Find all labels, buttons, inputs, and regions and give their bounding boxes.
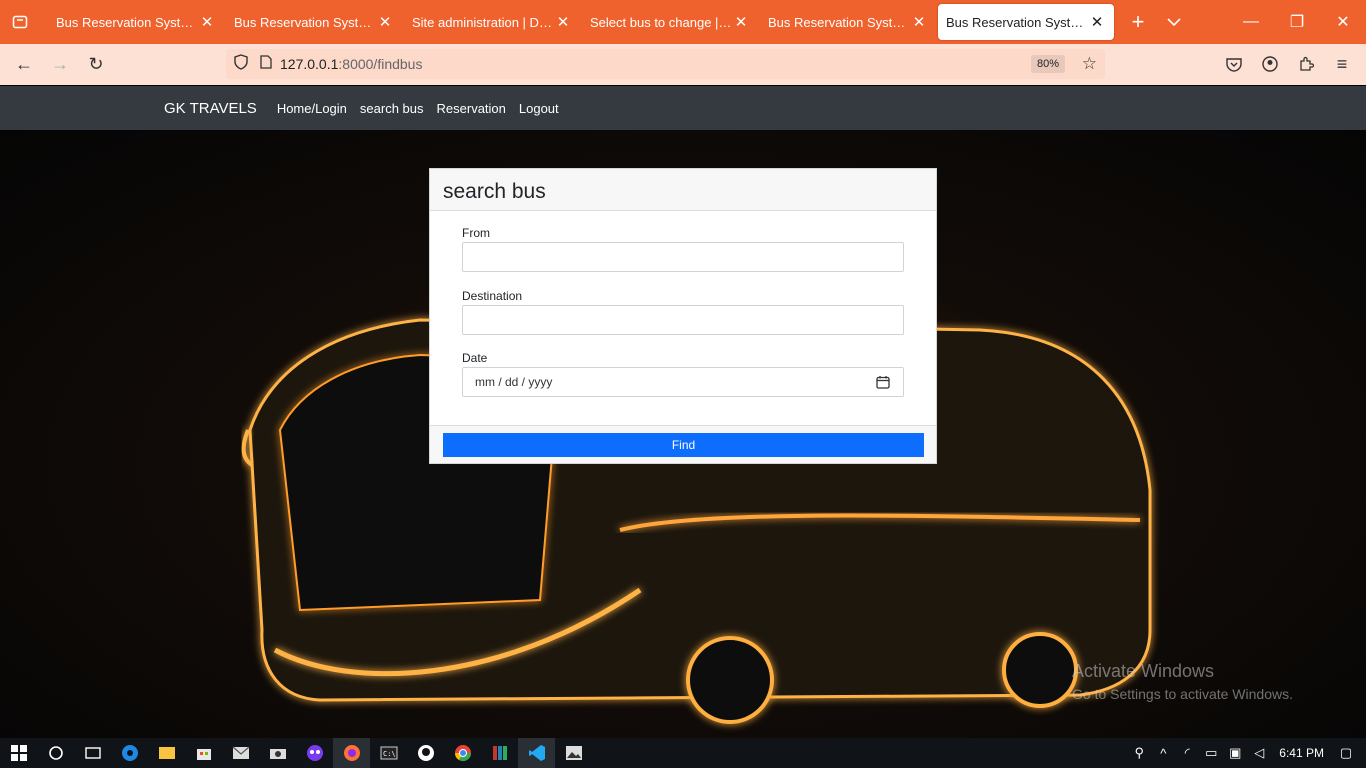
search-icon[interactable] [37,738,74,768]
file-explorer-icon[interactable] [148,738,185,768]
battery-icon[interactable]: ▭ [1199,745,1223,761]
shield-icon[interactable] [234,53,248,75]
tab-5[interactable]: Bus Reservation System in ✕ [760,4,936,40]
tab-2[interactable]: Bus Reservation System in ✕ [226,4,402,40]
tab-close-icon[interactable]: ✕ [198,13,216,31]
tab-title: Bus Reservation System in [234,14,376,30]
from-input[interactable] [462,242,904,272]
tab-close-icon[interactable]: ✕ [376,13,394,31]
back-icon[interactable]: ← [6,49,42,81]
tab-title: Bus Reservation System in [768,14,910,30]
minimize-icon[interactable]: — [1228,0,1274,44]
nav-link-logout[interactable]: Logout [519,101,559,116]
mail-icon[interactable] [222,738,259,768]
task-view-icon[interactable] [74,738,111,768]
notification-icon[interactable]: ▢ [1334,745,1358,761]
menu-icon[interactable]: ≡ [1324,48,1360,80]
card-title: search bus [430,169,936,211]
vscode-icon[interactable] [518,738,555,768]
from-label: From [462,226,490,240]
page-info-icon[interactable] [260,54,272,74]
card-footer: Find [430,425,936,463]
destination-input[interactable] [462,305,904,335]
github-icon[interactable] [407,738,444,768]
wifi-icon[interactable]: ◜ [1175,745,1199,761]
tab-6-active[interactable]: Bus Reservation System in ✕ [938,4,1114,40]
windows-taskbar: C:\ ⚲ ^ ◜ ▭ ▣ ◁ 6:41 PM ▢ [0,738,1366,768]
url-text[interactable]: 127.0.0.1:8000/findbus [280,56,422,72]
tab-close-icon[interactable]: ✕ [732,13,750,31]
edge-icon[interactable] [111,738,148,768]
reload-icon[interactable]: ↻ [78,49,114,81]
forward-icon[interactable]: → [42,49,78,81]
url-host: 127.0.0.1 [280,56,339,72]
firefox-icon[interactable] [333,738,370,768]
system-tray: ⚲ ^ ◜ ▭ ▣ ◁ 6:41 PM ▢ [1127,738,1366,768]
chevron-up-icon[interactable]: ^ [1151,746,1175,761]
new-tab-icon[interactable]: + [1120,4,1156,40]
photos-icon[interactable] [555,738,592,768]
svg-text:C:\: C:\ [383,750,396,758]
calendar-icon[interactable] [876,375,890,394]
security-icon[interactable]: ▣ [1223,745,1247,761]
browser-tab-bar: Bus Reservation System in ✕ Bus Reservat… [0,0,1366,44]
tab-close-icon[interactable]: ✕ [910,13,928,31]
activate-windows-title: Activate Windows [1072,661,1215,681]
bookmark-star-icon[interactable]: ☆ [1082,54,1097,74]
pocket-icon[interactable] [1216,48,1252,80]
destination-label: Destination [462,289,523,303]
extensions-icon[interactable] [1288,48,1324,80]
tab-close-icon[interactable]: ✕ [554,13,572,31]
tab-4[interactable]: Select bus to change | Django ✕ [582,4,758,40]
nav-link-home-login[interactable]: Home/Login [277,101,347,116]
activate-windows-subtitle: Go to Settings to activate Windows. [1072,686,1293,702]
tab-title: Bus Reservation System in [946,14,1088,30]
chrome-icon[interactable] [444,738,481,768]
find-button[interactable]: Find [443,433,924,457]
tab-title: Bus Reservation System in [56,14,198,30]
clock-time[interactable]: 6:41 PM [1279,746,1324,760]
windows-start-icon[interactable] [0,738,37,768]
nav-link-reservation[interactable]: Reservation [437,101,506,116]
date-placeholder: mm / dd / yyyy [475,375,553,389]
tab-close-icon[interactable]: ✕ [1088,13,1106,31]
volume-icon[interactable]: ◁ [1247,745,1271,761]
search-bus-card: search bus From Destination Date mm / dd… [429,168,937,464]
tab-title: Select bus to change | Django [590,14,732,30]
tab-3[interactable]: Site administration | Django ✕ [404,4,580,40]
brand-link[interactable]: GK TRAVELS [164,100,257,117]
url-bar[interactable]: 127.0.0.1:8000/findbus 80% ☆ [226,49,1105,79]
store-icon[interactable] [185,738,222,768]
date-label: Date [462,351,488,365]
zoom-badge[interactable]: 80% [1030,55,1065,73]
tab-title: Site administration | Django [412,14,554,30]
url-path: :8000/findbus [338,56,423,72]
site-navbar: GK TRAVELS Home/Login search bus Reserva… [0,86,1366,130]
winrar-icon[interactable] [481,738,518,768]
account-icon[interactable] [1252,48,1288,80]
nav-link-search-bus[interactable]: search bus [360,101,424,116]
terminal-icon[interactable]: C:\ [370,738,407,768]
window-close-icon[interactable]: ✕ [1320,0,1366,44]
camera-icon[interactable] [259,738,296,768]
app-icon-purple[interactable] [296,738,333,768]
date-input[interactable]: mm / dd / yyyy [462,367,904,397]
browser-nav-bar: ← → ↻ 127.0.0.1:8000/findbus 80% ☆ ≡ [0,44,1366,85]
tab-1[interactable]: Bus Reservation System in ✕ [48,4,224,40]
people-icon[interactable]: ⚲ [1127,745,1151,761]
restore-icon[interactable]: ❐ [1274,0,1320,44]
chevron-down-icon[interactable] [1156,4,1192,40]
firefox-view-icon[interactable] [0,0,40,44]
